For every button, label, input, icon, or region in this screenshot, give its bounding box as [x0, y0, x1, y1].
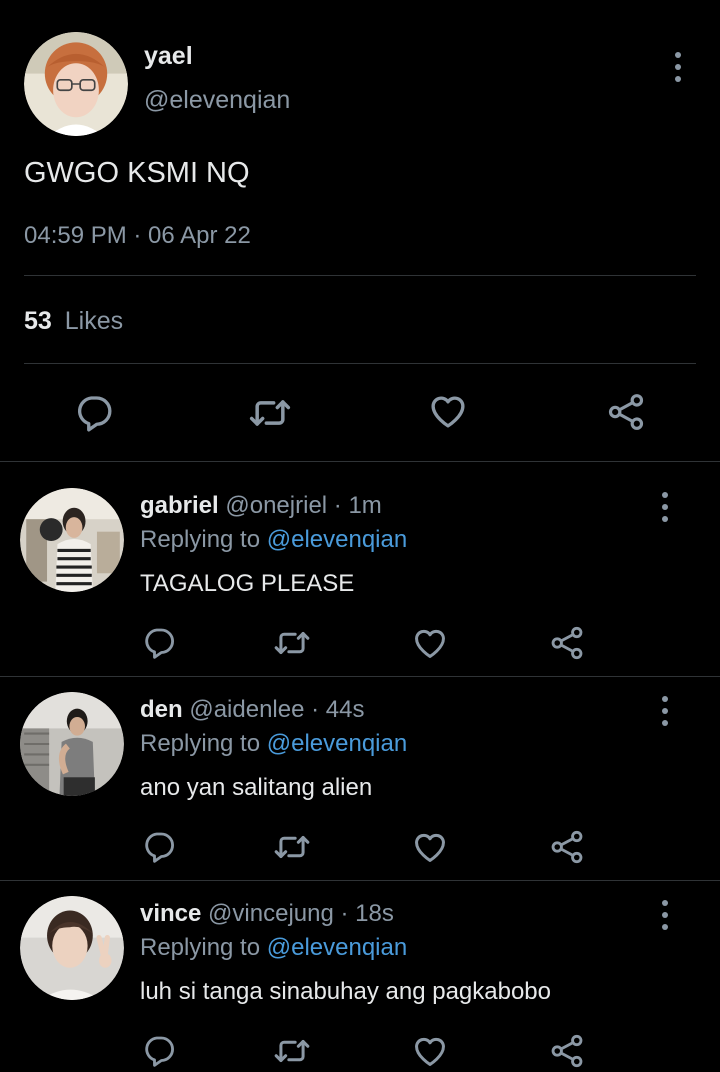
- more-options-icon[interactable]: [653, 696, 677, 726]
- likes-label: Likes: [64, 307, 124, 335]
- reply-text: ano yan salitang alien: [140, 774, 373, 801]
- reply-icon[interactable]: [141, 828, 177, 864]
- reply-icon[interactable]: [141, 1032, 177, 1068]
- retweet-icon[interactable]: [273, 1032, 311, 1070]
- reply-header: vince @vincejung · 18s: [140, 900, 394, 928]
- replying-to-handle[interactable]: @elevenqian: [267, 526, 407, 553]
- share-icon[interactable]: [549, 829, 585, 865]
- divider: [0, 676, 720, 677]
- divider: [0, 461, 720, 462]
- avatar[interactable]: [20, 692, 124, 796]
- display-name[interactable]: yael: [144, 42, 193, 71]
- share-icon[interactable]: [549, 1033, 585, 1069]
- divider: [0, 880, 720, 881]
- replying-to-handle[interactable]: @elevenqian: [267, 730, 407, 757]
- tweet-timestamp: 04:59 PM · 06 Apr 22: [24, 222, 251, 249]
- likes-count: 53: [24, 307, 52, 335]
- reply-text: TAGALOG PLEASE: [140, 570, 355, 597]
- replying-to-label: Replying to: [140, 934, 267, 961]
- user-handle[interactable]: @elevenqian: [144, 86, 290, 115]
- reply-author-meta[interactable]: @vincejung · 18s: [208, 900, 394, 927]
- more-options-icon[interactable]: [653, 900, 677, 930]
- reply-author-meta[interactable]: @onejriel · 1m: [225, 492, 381, 519]
- like-icon[interactable]: [427, 390, 469, 432]
- reply-header: gabriel @onejriel · 1m: [140, 492, 382, 520]
- replying-to-label: Replying to: [140, 730, 267, 757]
- replying-to-label: Replying to: [140, 526, 267, 553]
- more-options-icon[interactable]: [653, 492, 677, 522]
- reply-icon[interactable]: [141, 624, 177, 660]
- avatar[interactable]: [20, 488, 124, 592]
- retweet-icon[interactable]: [273, 624, 311, 662]
- retweet-icon[interactable]: [248, 391, 292, 435]
- avatar[interactable]: [24, 32, 128, 136]
- like-icon[interactable]: [411, 828, 449, 866]
- reply-header: den @aidenlee · 44s: [140, 696, 364, 724]
- retweet-icon[interactable]: [273, 828, 311, 866]
- replying-to: Replying to @elevenqian: [140, 934, 407, 962]
- reply-text: luh si tanga sinabuhay ang pagkabobo: [140, 978, 551, 1005]
- likes-stat[interactable]: 53 Likes: [24, 307, 123, 336]
- reply-author-meta[interactable]: @aidenlee · 44s: [189, 696, 364, 723]
- avatar[interactable]: [20, 896, 124, 1000]
- replying-to: Replying to @elevenqian: [140, 526, 407, 554]
- replying-to: Replying to @elevenqian: [140, 730, 407, 758]
- reply-author-name[interactable]: den: [140, 696, 183, 723]
- more-options-icon[interactable]: [666, 52, 690, 82]
- reply-icon[interactable]: [73, 391, 115, 433]
- replying-to-handle[interactable]: @elevenqian: [267, 934, 407, 961]
- share-icon[interactable]: [606, 392, 646, 432]
- like-icon[interactable]: [411, 1032, 449, 1070]
- divider: [24, 275, 696, 276]
- like-icon[interactable]: [411, 624, 449, 662]
- reply-author-name[interactable]: vince: [140, 900, 201, 927]
- divider: [24, 363, 696, 364]
- tweet-text: GWGO KSMI NQ: [24, 157, 250, 189]
- share-icon[interactable]: [549, 625, 585, 661]
- reply-author-name[interactable]: gabriel: [140, 492, 219, 519]
